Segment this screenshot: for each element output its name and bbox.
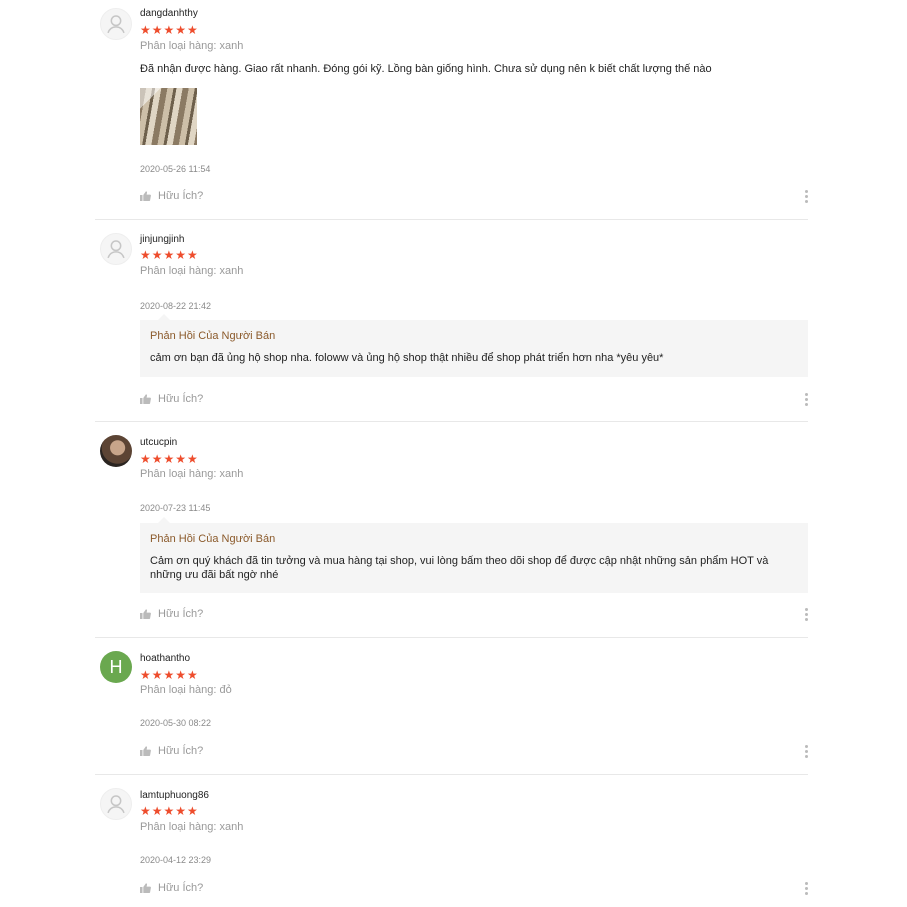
helpful-button[interactable]: Hữu Ích? <box>140 190 203 202</box>
helpful-button[interactable]: Hữu Ích? <box>140 608 203 620</box>
review-username[interactable]: lamtuphuong86 <box>140 790 209 801</box>
more-options-icon[interactable] <box>804 190 808 203</box>
review-username[interactable]: jinjungjinh <box>140 234 184 245</box>
avatar[interactable] <box>100 8 132 40</box>
rating-stars: ★★★★★ <box>140 804 199 818</box>
review-item: dangdanhthy ★★★★★ Phân loại hàng: xanh Đ… <box>95 0 808 220</box>
review-date: 2020-05-30 08:22 <box>140 718 212 728</box>
helpful-button[interactable]: Hữu Ích? <box>140 393 203 405</box>
more-options-icon[interactable] <box>804 745 808 758</box>
rating-stars: ★★★★★ <box>140 452 199 466</box>
thumbs-up-icon <box>140 746 151 756</box>
review-item: H hoathantho ★★★★★ Phân loại hàng: đỏ 20… <box>95 638 808 775</box>
product-variant: Phân loại hàng: xanh <box>140 40 244 52</box>
avatar[interactable]: H <box>100 651 132 683</box>
review-date: 2020-07-23 11:45 <box>140 503 211 513</box>
seller-reply: Phản Hồi Của Người Bán cảm ơn bạn đã ủng… <box>140 314 808 377</box>
thumbs-up-icon <box>140 609 151 619</box>
helpful-label: Hữu Ích? <box>158 882 204 894</box>
helpful-label: Hữu Ích? <box>158 745 204 757</box>
rating-stars: ★★★★★ <box>140 23 199 37</box>
seller-reply-text: Cảm ơn quý khách đã tin tưởng và mua hàn… <box>150 555 769 581</box>
product-variant: Phân loại hàng: xanh <box>140 468 244 480</box>
review-date: 2020-05-26 11:54 <box>140 164 211 174</box>
thumbs-up-icon <box>140 883 151 893</box>
review-username[interactable]: dangdanhthy <box>140 8 198 19</box>
helpful-button[interactable]: Hữu Ích? <box>140 745 203 757</box>
review-date: 2020-08-22 21:42 <box>140 301 212 311</box>
seller-reply: Phản Hồi Của Người Bán Cảm ơn quý khách … <box>140 517 808 593</box>
rating-stars: ★★★★★ <box>140 668 199 682</box>
review-comment: Đã nhận được hàng. Giao rất nhanh. Đóng … <box>140 63 712 75</box>
avatar[interactable] <box>100 233 132 265</box>
thumbs-up-icon <box>140 191 151 201</box>
review-item: jinjungjinh ★★★★★ Phân loại hàng: xanh 2… <box>95 220 808 422</box>
more-options-icon[interactable] <box>804 608 808 621</box>
product-variant: Phân loại hàng: xanh <box>140 821 244 833</box>
default-user-icon <box>107 795 125 814</box>
review-username[interactable]: hoathantho <box>140 653 190 664</box>
review-username[interactable]: utcucpin <box>140 437 177 448</box>
more-options-icon[interactable] <box>804 882 808 895</box>
avatar[interactable] <box>100 435 132 467</box>
more-options-icon[interactable] <box>804 393 808 406</box>
seller-reply-text: cảm ơn bạn đã ủng hộ shop nha. foloww và… <box>150 352 664 364</box>
review-date: 2020-04-12 23:29 <box>140 855 212 865</box>
product-variant: Phân loại hàng: xanh <box>140 265 244 277</box>
default-user-icon <box>107 15 125 34</box>
review-item: utcucpin ★★★★★ Phân loại hàng: xanh 2020… <box>95 422 808 638</box>
helpful-label: Hữu Ích? <box>158 190 204 202</box>
default-user-icon <box>107 240 125 259</box>
rating-stars: ★★★★★ <box>140 248 199 262</box>
seller-reply-title: Phản Hồi Của Người Bán <box>150 330 276 342</box>
helpful-label: Hữu Ích? <box>158 393 204 405</box>
helpful-label: Hữu Ích? <box>158 608 204 620</box>
review-photo[interactable] <box>140 88 197 145</box>
review-item: lamtuphuong86 ★★★★★ Phân loại hàng: xanh… <box>95 775 808 907</box>
product-variant: Phân loại hàng: đỏ <box>140 684 232 696</box>
seller-reply-title: Phản Hồi Của Người Bán <box>150 533 276 545</box>
avatar[interactable] <box>100 788 132 820</box>
thumbs-up-icon <box>140 394 151 404</box>
helpful-button[interactable]: Hữu Ích? <box>140 882 203 894</box>
